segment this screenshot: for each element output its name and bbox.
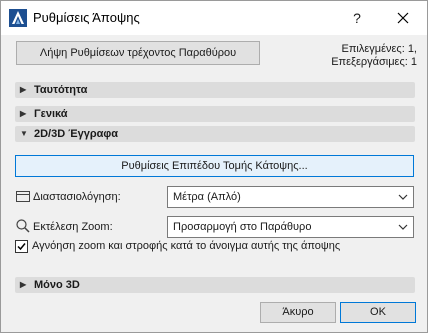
section-2d3d-documents-header[interactable]: ▼ 2D/3D Έγγραφα bbox=[15, 126, 415, 142]
archicad-logo-icon bbox=[9, 9, 27, 27]
ignore-zoom-rotation-checkbox[interactable] bbox=[15, 240, 28, 253]
expand-triangle-icon: ▶ bbox=[20, 109, 27, 118]
floor-plan-cut-plane-settings-button[interactable]: Ρυθμίσεις Επιπέδου Τομής Κάτοψης... bbox=[15, 155, 414, 177]
expand-triangle-icon: ▶ bbox=[20, 85, 27, 94]
zoom-value: Προσαρμογή στο Παράθυρο bbox=[173, 221, 312, 233]
zoom-magnifier-icon bbox=[16, 219, 30, 233]
close-icon bbox=[397, 12, 409, 24]
editable-count: Επεξεργάσιμες: 1 bbox=[331, 56, 417, 68]
section-only-3d-label: Μόνο 3D bbox=[34, 279, 80, 291]
chevron-down-icon bbox=[398, 194, 408, 200]
checkmark-icon bbox=[17, 243, 26, 251]
section-general-label: Γενικά bbox=[34, 108, 68, 120]
section-only-3d-header[interactable]: ▶ Μόνο 3D bbox=[15, 277, 415, 293]
window-title: Ρυθμίσεις Άποψης bbox=[33, 10, 140, 25]
expand-triangle-icon: ▶ bbox=[20, 280, 27, 289]
chevron-down-icon bbox=[398, 224, 408, 230]
dimensioning-select[interactable]: Μέτρα (Απλό) bbox=[167, 186, 414, 208]
section-identity-header[interactable]: ▶ Ταυτότητα bbox=[15, 82, 415, 98]
view-settings-dialog: Ρυθμίσεις Άποψης ? Λήψη Ρυθμίσεων τρέχον… bbox=[0, 0, 428, 333]
close-button[interactable] bbox=[391, 6, 415, 30]
help-button[interactable]: ? bbox=[345, 6, 369, 30]
section-2d3d-documents-label: 2D/3D Έγγραφα bbox=[34, 128, 119, 140]
zoom-select[interactable]: Προσαρμογή στο Παράθυρο bbox=[167, 216, 414, 238]
selected-count: Επιλεγμένες: 1, bbox=[341, 43, 417, 55]
title-bar: Ρυθμίσεις Άποψης ? bbox=[1, 1, 427, 35]
section-identity-label: Ταυτότητα bbox=[34, 84, 88, 96]
dimension-icon bbox=[16, 191, 30, 202]
dimensioning-label: Διαστασιολόγηση: bbox=[33, 191, 121, 203]
collapse-triangle-icon: ▼ bbox=[20, 129, 28, 138]
dimensioning-value: Μέτρα (Απλό) bbox=[173, 191, 241, 203]
ok-button[interactable]: OK bbox=[340, 302, 416, 323]
zoom-label: Εκτέλεση Zoom: bbox=[33, 221, 113, 233]
section-general-header[interactable]: ▶ Γενικά bbox=[15, 106, 415, 122]
ignore-zoom-rotation-label: Αγνόηση zoom και στροφής κατά το άνοιγμα… bbox=[32, 240, 341, 252]
selection-status: Επιλεγμένες: 1, Επεξεργάσιμες: 1 bbox=[331, 43, 417, 69]
get-current-window-settings-button[interactable]: Λήψη Ρυθμίσεων τρέχοντος Παραθύρου bbox=[16, 41, 260, 65]
cancel-button[interactable]: Άκυρο bbox=[260, 302, 336, 323]
